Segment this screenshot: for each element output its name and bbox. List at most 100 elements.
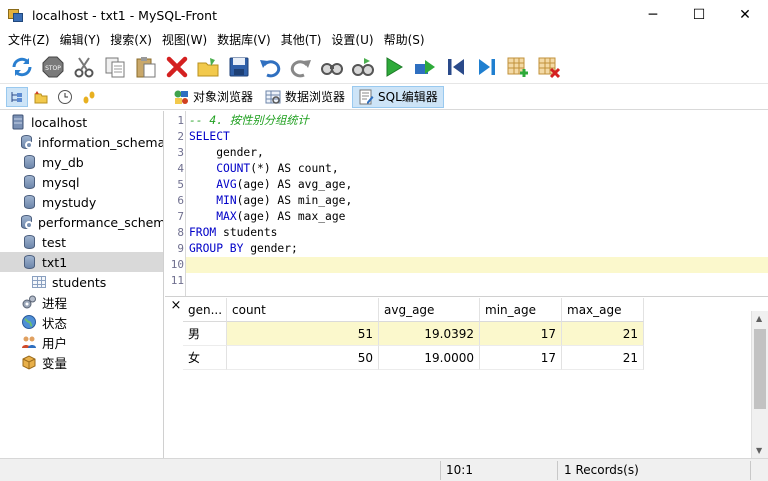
code-group: GROUP BY gender; (189, 241, 298, 257)
undo-icon[interactable] (254, 53, 285, 81)
menu-help[interactable]: 帮助(S) (379, 30, 430, 50)
grid-cell[interactable]: 男 (183, 322, 227, 346)
run-line-icon[interactable] (409, 53, 440, 81)
paste-icon[interactable] (130, 53, 161, 81)
view-bar: 对象浏览器 数据浏览器 SQL编辑器 (0, 84, 768, 110)
footprints-icon[interactable] (78, 87, 100, 107)
tree-item-processes[interactable]: 进程 (0, 292, 163, 312)
line-number: 8 (177, 226, 184, 239)
grid-cell[interactable]: 19.0392 (379, 322, 480, 346)
stop-icon[interactable]: STOP (37, 53, 68, 81)
tree-item-label: 用户 (42, 335, 68, 351)
vertical-scrollbar[interactable]: ▲ ▼ (751, 311, 768, 458)
scroll-up-icon[interactable]: ▲ (756, 314, 762, 323)
open-icon[interactable] (192, 53, 223, 81)
column-header[interactable]: count (227, 298, 379, 322)
code-group-rest: gender; (243, 242, 298, 255)
column-header[interactable]: gen... (183, 298, 227, 322)
menu-view[interactable]: 视图(W) (157, 30, 212, 50)
database-icon (21, 254, 37, 270)
tab-data-browser-label: 数据浏览器 (285, 90, 346, 104)
data-browser-icon (265, 89, 281, 105)
grid-cell[interactable]: 21 (562, 346, 644, 370)
grid-cell[interactable]: 19.0000 (379, 346, 480, 370)
grid-header-row: gen... count avg_age min_age max_age (183, 298, 644, 322)
refresh-icon[interactable] (6, 53, 37, 81)
tree-item-variables[interactable]: 变量 (0, 352, 163, 372)
tree-item-txt1[interactable]: txt1 (0, 252, 163, 272)
tree-item-test[interactable]: test (0, 232, 163, 252)
tree-item-students[interactable]: students (0, 272, 163, 292)
code-select: SELECT (189, 130, 230, 143)
replace-icon[interactable] (347, 53, 378, 81)
close-results-icon[interactable]: × (169, 299, 183, 313)
menu-edit[interactable]: 编辑(Y) (55, 30, 106, 50)
cut-icon[interactable] (68, 53, 99, 81)
code-avg: AVG(age) AS avg_age, (189, 177, 352, 193)
database-icon (21, 174, 37, 190)
grid-cell[interactable]: 50 (227, 346, 379, 370)
tab-object-browser[interactable]: 对象浏览器 (168, 86, 258, 108)
menu-settings[interactable]: 设置(U) (326, 30, 378, 50)
delete-row-icon[interactable] (533, 53, 564, 81)
grid-cell[interactable]: 21 (562, 322, 644, 346)
tree-item-performance-schema[interactable]: performance_schema (0, 212, 163, 232)
menu-search[interactable]: 搜索(X) (105, 30, 157, 50)
last-icon[interactable] (471, 53, 502, 81)
gears-icon (21, 294, 37, 310)
tree-item-mystudy[interactable]: mystudy (0, 192, 163, 212)
grid-cell[interactable]: 51 (227, 322, 379, 346)
tree-item-mysql[interactable]: mysql (0, 172, 163, 192)
code-group-kw: GROUP BY (189, 242, 244, 255)
database-icon (21, 194, 37, 210)
run-icon[interactable] (378, 53, 409, 81)
cursor-position: 10:1 (446, 463, 473, 477)
scrollbar-thumb[interactable] (754, 329, 766, 409)
status-divider (440, 461, 441, 480)
favorites-icon[interactable] (30, 87, 52, 107)
insert-row-icon[interactable] (502, 53, 533, 81)
tree-item-information-schema[interactable]: information_schema (0, 132, 163, 152)
code-count: COUNT(*) AS count, (189, 161, 338, 177)
grid-cell[interactable]: 女 (183, 346, 227, 370)
table-row: 女 50 19.0000 17 21 (183, 346, 644, 370)
scroll-down-icon[interactable]: ▼ (756, 446, 762, 455)
box-icon (21, 354, 37, 370)
tree-item-label: txt1 (42, 254, 68, 270)
redo-icon[interactable] (285, 53, 316, 81)
sql-editor[interactable]: 1 2 3 4 5 6 7 8 9 10 11 -- 4. 按性别分组统计 SE… (165, 111, 768, 297)
grid-cell[interactable]: 17 (480, 322, 562, 346)
column-header[interactable]: avg_age (379, 298, 480, 322)
maximize-button[interactable]: ☐ (676, 0, 722, 30)
menu-file[interactable]: 文件(Z) (3, 30, 55, 50)
tree-item-label: test (42, 234, 67, 250)
tree-item-status[interactable]: 状态 (0, 312, 163, 332)
line-number: 2 (177, 130, 184, 143)
column-header[interactable]: min_age (480, 298, 562, 322)
history-icon[interactable] (54, 87, 76, 107)
status-divider (557, 461, 558, 480)
code-max: MAX(age) AS max_age (189, 209, 345, 225)
close-button[interactable]: ✕ (722, 0, 768, 30)
tab-data-browser[interactable]: 数据浏览器 (260, 86, 350, 108)
save-icon[interactable] (223, 53, 254, 81)
first-icon[interactable] (440, 53, 471, 81)
minimize-button[interactable]: ─ (630, 0, 676, 30)
tree-item-users[interactable]: 用户 (0, 332, 163, 352)
menu-other[interactable]: 其他(T) (276, 30, 327, 50)
main-toolbar: STOP (0, 50, 768, 84)
tree-item-localhost[interactable]: localhost (0, 112, 163, 132)
tab-sql-editor[interactable]: SQL编辑器 (352, 85, 444, 108)
users-icon (21, 334, 37, 350)
search-icon[interactable] (316, 53, 347, 81)
code-max-fn: MAX (216, 210, 237, 223)
menu-database[interactable]: 数据库(V) (212, 30, 276, 50)
grid-cell[interactable]: 17 (480, 346, 562, 370)
tree-view-icon[interactable] (6, 86, 28, 107)
tree-item-my-db[interactable]: my_db (0, 152, 163, 172)
code-count-fn: COUNT (216, 162, 251, 175)
delete-icon[interactable] (161, 53, 192, 81)
record-count: 1 Records(s) (564, 463, 639, 477)
copy-icon[interactable] (99, 53, 130, 81)
column-header[interactable]: max_age (562, 298, 644, 322)
